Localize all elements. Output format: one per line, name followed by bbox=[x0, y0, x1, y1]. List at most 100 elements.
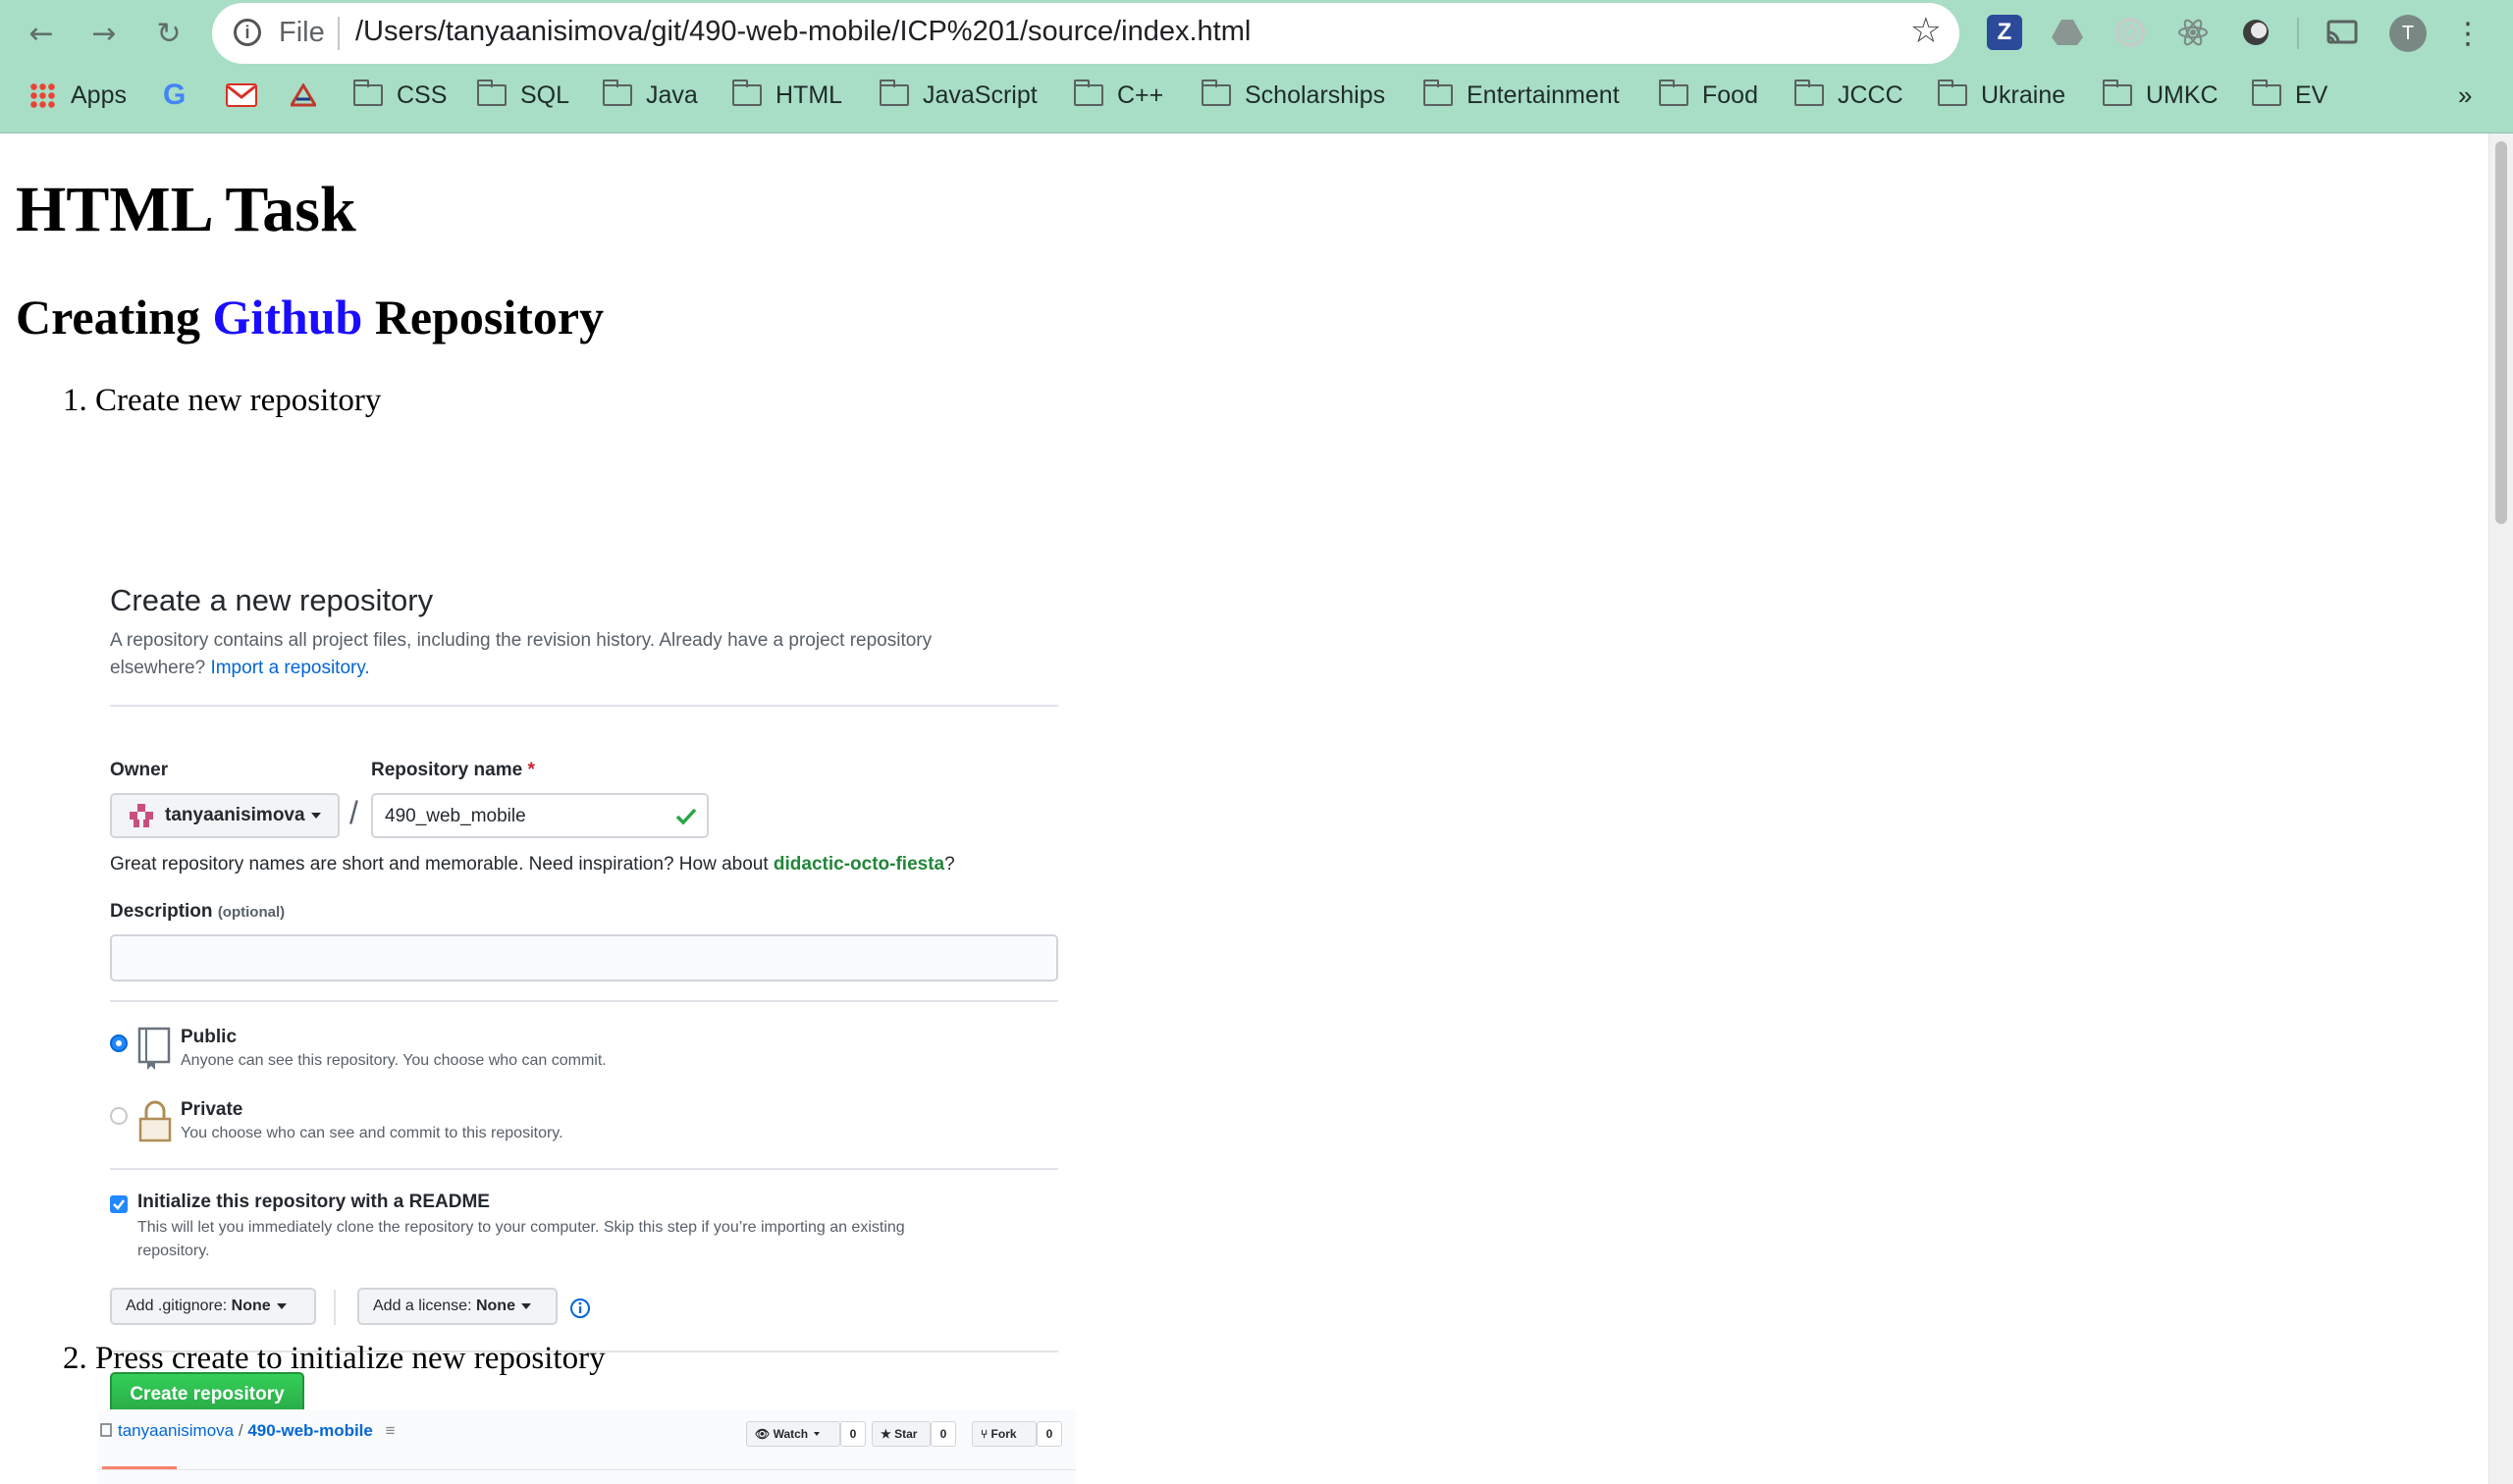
subtitle-text: Repository bbox=[362, 290, 605, 344]
bookmark-folder-entertainment[interactable]: Entertainment bbox=[1422, 71, 1620, 120]
bookmark-folder-html[interactable]: HTML bbox=[731, 71, 843, 120]
address-bar[interactable]: i File /Users/tanyaanisimova/git/490-web… bbox=[212, 3, 1959, 64]
bookmark-label: EV bbox=[2295, 80, 2328, 109]
star-icon: ★ bbox=[881, 1427, 891, 1441]
bookmark-apps[interactable]: Apps bbox=[29, 71, 127, 120]
profile-avatar[interactable]: T bbox=[2389, 15, 2427, 52]
divider bbox=[110, 1000, 1058, 1002]
repository-name-input[interactable]: 490_web_mobile bbox=[371, 793, 709, 838]
subtitle-text: Creating bbox=[16, 290, 213, 344]
required-asterisk: * bbox=[527, 760, 535, 780]
chevron-down-icon bbox=[276, 1303, 287, 1309]
bookmark-folder-jccc[interactable]: JCCC bbox=[1793, 71, 1903, 120]
scrollbar-thumb[interactable] bbox=[2495, 141, 2507, 524]
bookmark-label: UMKC bbox=[2146, 80, 2219, 109]
zotero-extension-icon[interactable]: Z bbox=[1987, 15, 2022, 50]
repo-name-link[interactable]: 490-web-mobile bbox=[247, 1421, 373, 1440]
bookmark-triangle[interactable] bbox=[291, 71, 316, 120]
address-divider bbox=[338, 17, 340, 50]
select-divider bbox=[334, 1290, 336, 1325]
spiral-extension-icon[interactable] bbox=[2112, 15, 2148, 50]
back-button[interactable]: ← bbox=[22, 14, 61, 53]
info-icon[interactable]: i bbox=[234, 19, 261, 46]
form-intro-line2: elsewhere? Import a repository. bbox=[110, 658, 370, 679]
owner-select[interactable]: tanyaanisimova bbox=[110, 793, 340, 838]
star-button[interactable]: ★ Star bbox=[872, 1421, 931, 1447]
watch-button[interactable]: 👁 Watch bbox=[746, 1421, 840, 1447]
cast-icon[interactable] bbox=[2325, 15, 2360, 50]
page-scrollbar[interactable] bbox=[2488, 133, 2513, 1484]
intro-text: elsewhere? bbox=[110, 658, 206, 678]
folder-icon bbox=[1658, 80, 1688, 106]
forward-button[interactable]: → bbox=[84, 14, 124, 53]
repo-page-screenshot: tanyaanisimova / 490-web-mobile ≡ 👁 Watc… bbox=[98, 1409, 1076, 1484]
bookmark-gmail[interactable] bbox=[226, 71, 257, 120]
chevron-down-icon bbox=[814, 1432, 821, 1436]
fork-button[interactable]: ⑂ Fork bbox=[972, 1421, 1037, 1447]
bookmark-label: Entertainment bbox=[1467, 80, 1620, 109]
repo-owner-link[interactable]: tanyaanisimova bbox=[118, 1421, 234, 1440]
license-select[interactable]: Add a license: None bbox=[357, 1288, 558, 1325]
bookmark-folder-food[interactable]: Food bbox=[1658, 71, 1758, 120]
form-intro-line1: A repository contains all project files,… bbox=[110, 630, 933, 651]
info-icon[interactable] bbox=[569, 1298, 591, 1319]
readme-checkbox[interactable] bbox=[110, 1195, 128, 1213]
drive-extension-icon[interactable] bbox=[2050, 15, 2085, 50]
public-radio[interactable] bbox=[110, 1034, 128, 1052]
bookmarks-overflow-button[interactable]: » bbox=[2458, 71, 2472, 120]
folder-icon bbox=[879, 80, 909, 106]
private-radio[interactable] bbox=[110, 1107, 128, 1125]
suggestion-link[interactable]: didactic-octo-fiesta bbox=[774, 854, 944, 874]
readme-description-line1: This will let you immediately clone the … bbox=[137, 1219, 905, 1236]
chevron-down-icon bbox=[520, 1303, 531, 1309]
folder-icon bbox=[731, 80, 762, 106]
bookmarks-bar: Apps G CSS SQL Java HTML JavaScript C++ … bbox=[0, 71, 2513, 120]
form-heading: Create a new repository bbox=[110, 583, 434, 617]
hint-text: ? bbox=[944, 854, 955, 874]
bookmark-google[interactable]: G bbox=[163, 71, 186, 120]
folder-icon bbox=[1073, 80, 1103, 106]
toolbar-divider bbox=[2297, 18, 2299, 49]
menu-kebab-icon[interactable]: ⋮ bbox=[2448, 14, 2487, 53]
bookmark-label: HTML bbox=[775, 80, 843, 109]
bookmark-label: SQL bbox=[520, 80, 570, 109]
import-repository-link[interactable]: Import a repository. bbox=[210, 658, 369, 678]
circle-extension-icon[interactable] bbox=[2238, 15, 2273, 50]
readme-description-line2: repository. bbox=[137, 1243, 210, 1259]
folder-icon bbox=[2102, 80, 2132, 106]
fork-count[interactable]: 0 bbox=[1037, 1421, 1062, 1447]
page-subtitle: Creating Github Repository bbox=[16, 289, 604, 345]
react-devtools-icon[interactable] bbox=[2175, 15, 2211, 50]
bookmark-folder-umkc[interactable]: UMKC bbox=[2102, 71, 2219, 120]
apps-grid-icon bbox=[29, 82, 55, 108]
bookmark-folder-ev[interactable]: EV bbox=[2251, 71, 2328, 120]
bookmark-folder-scholarships[interactable]: Scholarships bbox=[1201, 71, 1385, 120]
tab-bar-divider bbox=[98, 1469, 1076, 1470]
owner-repo-slash: / bbox=[349, 795, 358, 830]
google-icon: G bbox=[163, 79, 187, 111]
bookmark-star-icon[interactable]: ☆ bbox=[1910, 11, 1942, 51]
file-scheme-label: File bbox=[279, 17, 325, 48]
star-label: Star bbox=[894, 1427, 918, 1441]
divider bbox=[110, 1168, 1058, 1170]
watch-count[interactable]: 0 bbox=[840, 1421, 866, 1447]
bookmark-folder-css[interactable]: CSS bbox=[352, 71, 447, 120]
gitignore-select[interactable]: Add .gitignore: None bbox=[110, 1288, 316, 1325]
description-input[interactable] bbox=[110, 934, 1058, 981]
bookmark-folder-java[interactable]: Java bbox=[602, 71, 698, 120]
bookmark-label: JCCC bbox=[1838, 80, 1903, 109]
repo-book-icon bbox=[137, 1027, 171, 1070]
bookmark-folder-cpp[interactable]: C++ bbox=[1073, 71, 1163, 120]
divider bbox=[110, 705, 1058, 707]
repo-name-value: 490_web_mobile bbox=[385, 806, 526, 826]
github-link[interactable]: Github bbox=[212, 290, 362, 344]
bookmark-folder-javascript[interactable]: JavaScript bbox=[879, 71, 1038, 120]
url-text[interactable]: /Users/tanyaanisimova/git/490-web-mobile… bbox=[355, 16, 1251, 48]
reload-button[interactable]: ↻ bbox=[149, 14, 188, 53]
license-value: None bbox=[475, 1298, 515, 1314]
checkmark-icon bbox=[113, 1199, 125, 1210]
bookmark-folder-sql[interactable]: SQL bbox=[476, 71, 570, 120]
hint-text: Great repository names are short and mem… bbox=[110, 854, 769, 874]
star-count[interactable]: 0 bbox=[931, 1421, 956, 1447]
bookmark-folder-ukraine[interactable]: Ukraine bbox=[1937, 71, 2065, 120]
